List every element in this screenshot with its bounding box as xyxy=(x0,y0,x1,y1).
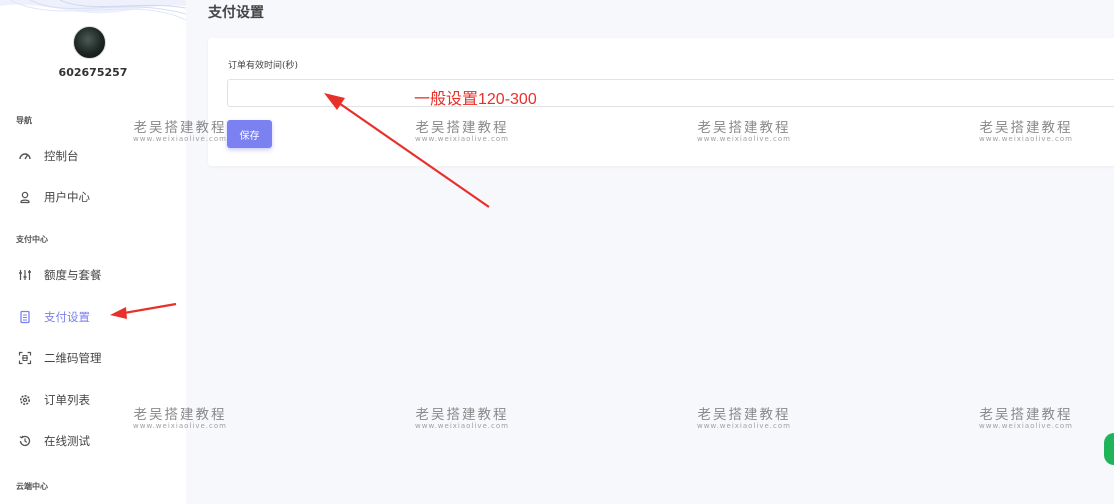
sidebar-item-pay-settings[interactable]: 支付设置 xyxy=(18,307,90,327)
watermark: 老吴搭建教程 www.weixiaolive.com xyxy=(697,407,791,430)
sidebar-item-label: 用户中心 xyxy=(44,190,90,204)
floating-help-button[interactable] xyxy=(1104,433,1114,465)
sidebar-item-label: 订单列表 xyxy=(44,393,90,407)
username: 602675257 xyxy=(58,66,128,79)
section-label-nav: 导航 xyxy=(16,116,32,125)
qrcode-icon xyxy=(18,351,32,365)
history-icon xyxy=(18,434,32,448)
annotation-text: 一般设置120-300 xyxy=(414,91,537,108)
sidebar-item-user-center[interactable]: 用户中心 xyxy=(18,187,90,207)
sidebar-item-label: 控制台 xyxy=(44,149,79,163)
sidebar-item-quota[interactable]: 额度与套餐 xyxy=(18,265,102,285)
sidebar-item-dashboard[interactable]: 控制台 xyxy=(18,146,79,166)
sidebar: 602675257 导航 控制台 用户中心 支付中心 额度与套餐 支付设置 二维… xyxy=(0,0,186,504)
section-label-pay: 支付中心 xyxy=(16,235,48,244)
document-icon xyxy=(18,310,32,324)
dashboard-icon xyxy=(18,149,32,163)
sidebar-item-label: 二维码管理 xyxy=(44,351,102,365)
sidebar-item-label: 支付设置 xyxy=(44,310,90,324)
gear-icon xyxy=(18,393,32,407)
sliders-icon xyxy=(18,268,32,282)
page-title: 支付设置 xyxy=(208,5,264,21)
section-label-cloud: 云端中心 xyxy=(16,482,48,491)
sidebar-item-online-test[interactable]: 在线测试 xyxy=(18,431,90,451)
order-timeout-input[interactable] xyxy=(227,79,1114,107)
sidebar-item-label: 在线测试 xyxy=(44,434,90,448)
order-timeout-label: 订单有效时间(秒) xyxy=(228,61,299,71)
save-button[interactable]: 保存 xyxy=(227,120,272,148)
sidebar-item-qrcode[interactable]: 二维码管理 xyxy=(18,348,102,368)
watermark: 老吴搭建教程 www.weixiaolive.com xyxy=(979,407,1073,430)
sidebar-item-orders[interactable]: 订单列表 xyxy=(18,390,90,410)
watermark: 老吴搭建教程 www.weixiaolive.com xyxy=(415,407,509,430)
avatar[interactable] xyxy=(73,26,106,59)
sidebar-item-label: 额度与套餐 xyxy=(44,268,102,282)
user-icon xyxy=(18,190,32,204)
